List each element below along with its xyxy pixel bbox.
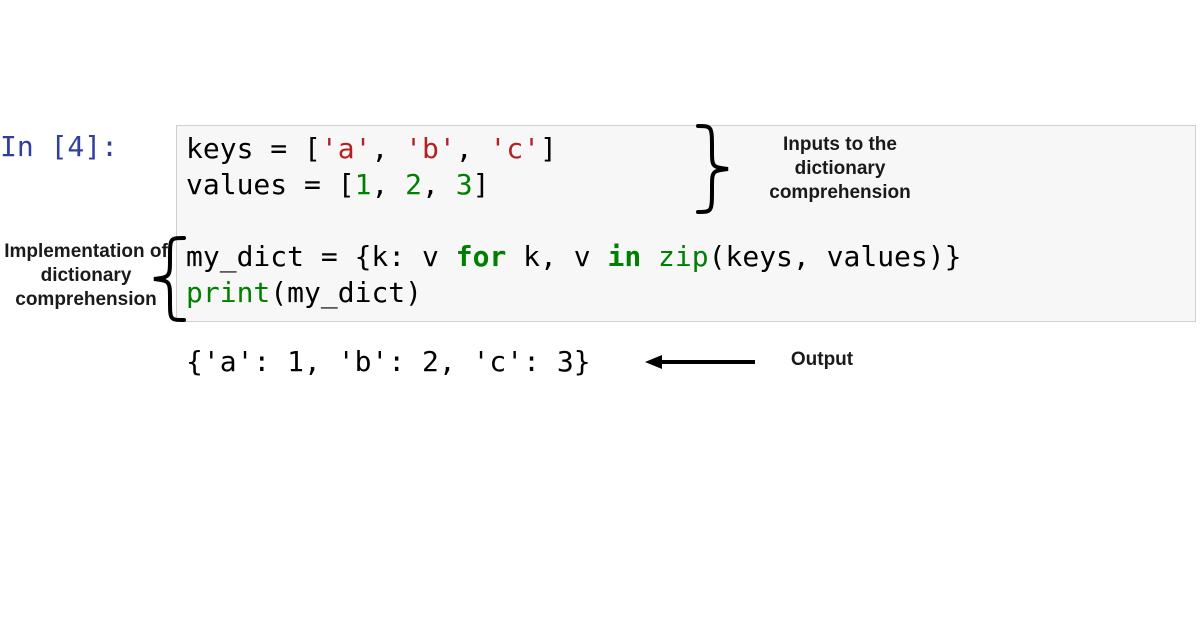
- code-token: (keys, values)}: [709, 240, 962, 273]
- code-builtin-zip: zip: [658, 240, 709, 273]
- code-line-2: values = [1, 2, 3]: [186, 168, 489, 201]
- code-token: values: [186, 168, 304, 201]
- code-token: ]: [473, 168, 490, 201]
- arrow-left-output-icon: [640, 347, 760, 377]
- code-line-4: print(my_dict): [186, 276, 422, 309]
- code-builtin-print: print: [186, 276, 270, 309]
- annotation-output: Output: [772, 348, 872, 372]
- code-number-literal: 2: [405, 168, 422, 201]
- code-token: [641, 240, 658, 273]
- code-number-literal: 3: [456, 168, 473, 201]
- cell-prompt: In [4]:: [0, 130, 118, 163]
- code-token: [: [287, 132, 321, 165]
- code-token: [: [321, 168, 355, 201]
- output-text: {'a': 1, 'b': 2, 'c': 3}: [186, 345, 591, 378]
- code-keyword-for: for: [456, 240, 507, 273]
- code-line-1: keys = ['a', 'b', 'c']: [186, 132, 557, 165]
- annotation-inputs: Inputs to the dictionary comprehension: [740, 133, 940, 204]
- code-string-literal: 'a': [321, 132, 372, 165]
- code-token: keys: [186, 132, 270, 165]
- code-token: {k: v: [338, 240, 456, 273]
- code-token: ]: [540, 132, 557, 165]
- annotation-implementation: Implementation of dictionary comprehensi…: [0, 240, 174, 311]
- code-string-literal: 'c': [489, 132, 540, 165]
- code-token: =: [304, 168, 321, 201]
- code-token: ,: [422, 168, 456, 201]
- code-number-literal: 1: [355, 168, 372, 201]
- code-token: ,: [456, 132, 490, 165]
- brace-right-inputs-icon: [690, 120, 740, 218]
- code-token: my_dict: [186, 240, 321, 273]
- code-string-literal: 'b': [405, 132, 456, 165]
- code-token: k, v: [506, 240, 607, 273]
- code-token: ,: [371, 168, 405, 201]
- code-token: ,: [371, 132, 405, 165]
- code-token: (my_dict): [270, 276, 422, 309]
- code-line-3: my_dict = {k: v for k, v in zip(keys, va…: [186, 240, 962, 273]
- code-token: =: [270, 132, 287, 165]
- code-keyword-in: in: [607, 240, 641, 273]
- code-token: =: [321, 240, 338, 273]
